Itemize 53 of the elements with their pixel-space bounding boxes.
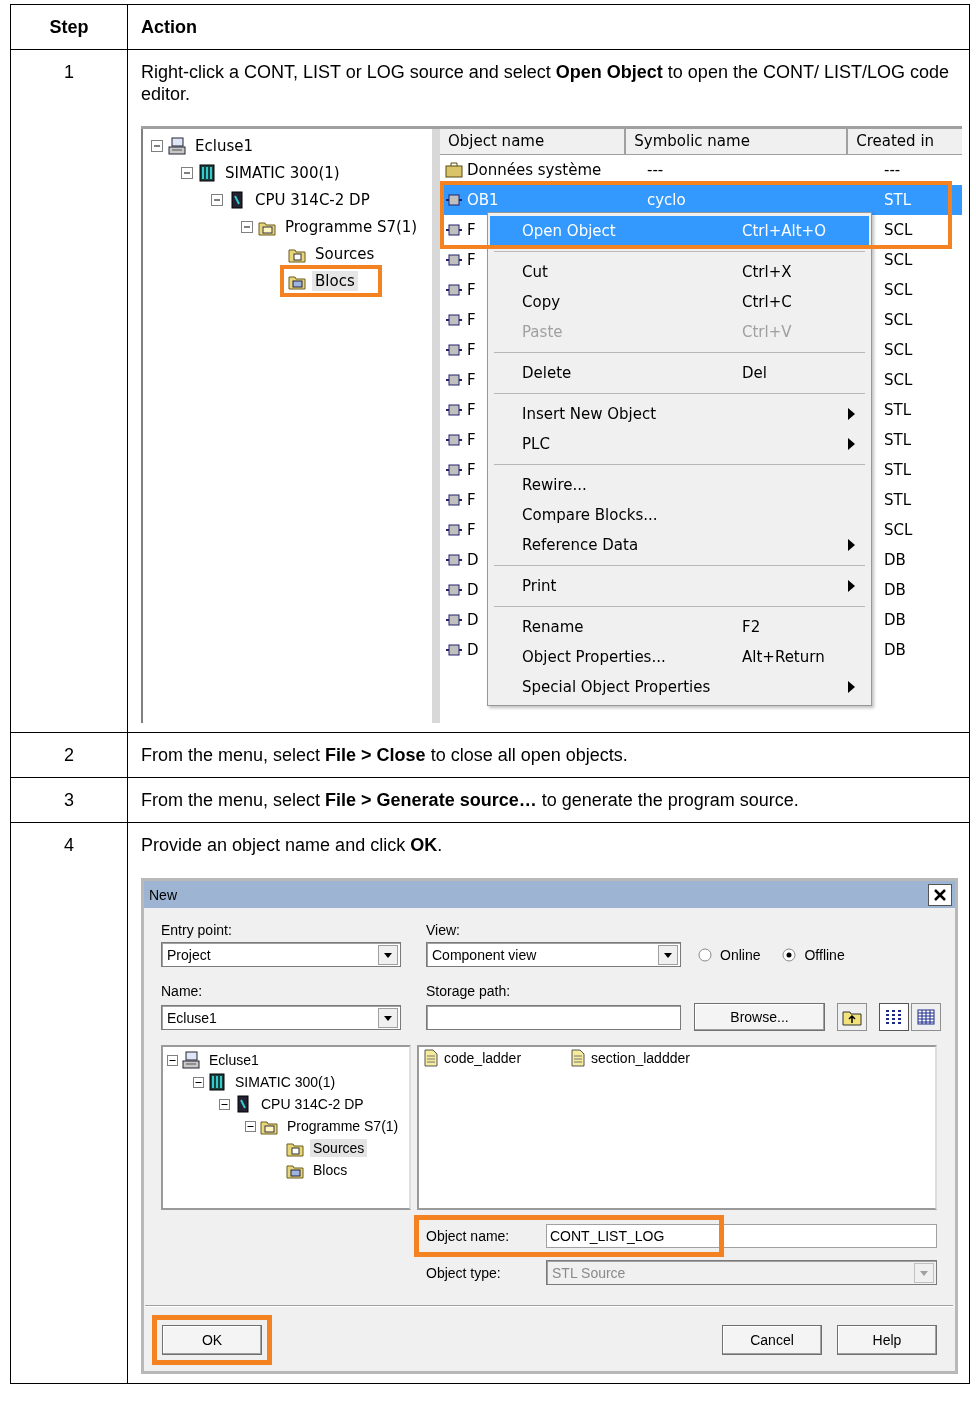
created-in-cell: STL	[884, 401, 912, 419]
object-name-cell: Données système	[467, 161, 602, 179]
created-in-cell: STL	[884, 461, 912, 479]
object-name-cell: F	[467, 521, 476, 539]
instruction-text: Right-click a CONT, LIST or LOG source and select Open Object to open the CONT/ LIST/LOG code editor.	[141, 61, 950, 105]
object-name-cell: D	[467, 641, 479, 659]
created-in-cell: STL	[884, 191, 912, 209]
object-name-cell: OB1	[467, 191, 499, 209]
symbolic-name-cell: ---	[647, 161, 664, 179]
object-name-cell: F	[467, 341, 476, 359]
field-label: Object name:	[426, 1228, 511, 1244]
step-number: 4	[64, 835, 74, 855]
instruction-text: From the menu, select File > Generate source… to generate the program source.	[141, 789, 800, 811]
created-in-cell: DB	[884, 611, 906, 629]
symbolic-name-cell: cyclo	[647, 191, 686, 209]
column-header: Action	[127, 4, 970, 50]
instruction-text: Provide an object name and click OK.	[141, 834, 444, 856]
created-in-cell: SCL	[884, 221, 913, 239]
object-name-cell: F	[467, 491, 476, 509]
object-name-cell: F	[467, 281, 476, 299]
step-number: 3	[64, 790, 74, 810]
column-header: Step	[10, 4, 128, 50]
object-name-cell: F	[467, 371, 476, 389]
created-in-cell: STL	[884, 491, 912, 509]
instruction-text: From the menu, select File > Close to close all open objects.	[141, 744, 629, 766]
created-in-cell: DB	[884, 551, 906, 569]
created-in-cell: DB	[884, 581, 906, 599]
created-in-cell: STL	[884, 431, 912, 449]
field-label: Entry point:	[161, 922, 233, 938]
created-in-cell: SCL	[884, 311, 913, 329]
created-in-cell: SCL	[884, 281, 913, 299]
created-in-cell: ---	[884, 161, 901, 179]
object-name-cell: F	[467, 461, 476, 479]
created-in-cell: SCL	[884, 251, 913, 269]
created-in-cell: SCL	[884, 521, 913, 539]
step-number: 2	[64, 745, 74, 765]
object-name-cell: F	[467, 251, 476, 269]
window-title: New	[149, 886, 177, 903]
object-name-cell: F	[467, 311, 476, 329]
object-name-cell: F	[467, 431, 476, 449]
object-name-cell: D	[467, 551, 479, 569]
object-name-cell: D	[467, 611, 479, 629]
object-name-cell: F	[467, 401, 476, 419]
created-in-cell: SCL	[884, 371, 913, 389]
object-name-cell: F	[467, 221, 476, 239]
object-name-cell: D	[467, 581, 479, 599]
field-label: Name:	[161, 983, 204, 999]
step-number: 1	[64, 62, 74, 82]
created-in-cell: DB	[884, 641, 906, 659]
created-in-cell: SCL	[884, 341, 913, 359]
field-label: Object type:	[426, 1264, 502, 1281]
field-label: Storage path:	[426, 983, 512, 999]
field-label: View:	[426, 922, 461, 938]
